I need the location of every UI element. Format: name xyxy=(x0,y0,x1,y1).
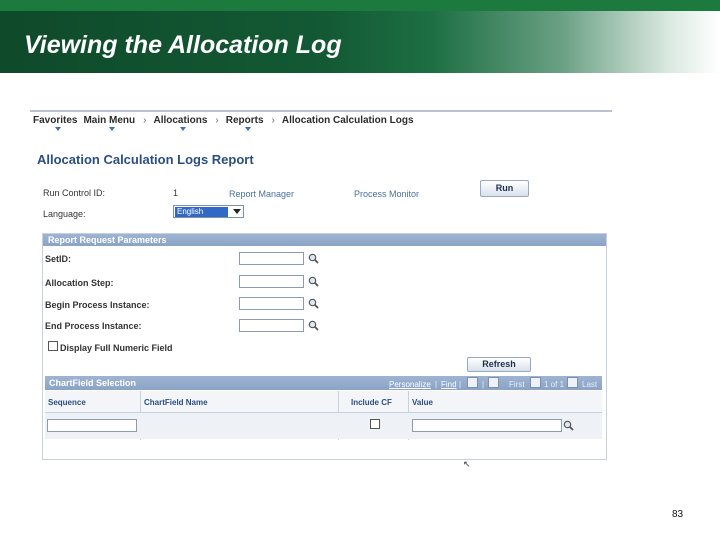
nav-allocations[interactable]: Allocations xyxy=(153,115,213,131)
allocation-step-input[interactable] xyxy=(239,275,304,288)
page-title: Allocation Calculation Logs Report xyxy=(37,152,254,167)
peoplesoft-screenshot: Favorites Main Menu › Allocations › Repo… xyxy=(30,108,612,468)
column-value: Value xyxy=(412,398,433,407)
chevron-down-icon xyxy=(55,127,62,131)
slide-title: Viewing the Allocation Log xyxy=(24,31,342,59)
magnifier-icon[interactable] xyxy=(563,420,574,431)
personalize-link[interactable]: Personalize xyxy=(389,380,431,389)
slide-page-number: 83 xyxy=(672,509,684,520)
chevron-down-icon xyxy=(109,127,116,131)
table-row xyxy=(45,413,602,439)
magnifier-icon[interactable] xyxy=(308,298,319,309)
breadcrumb: Favorites Main Menu › Allocations › Repo… xyxy=(33,115,420,131)
chartfield-header-title: ChartField Selection xyxy=(49,378,137,388)
nav-main-menu[interactable]: Main Menu xyxy=(83,115,141,131)
column-sequence: Sequence xyxy=(48,398,86,407)
allocation-step-label: Allocation Step: xyxy=(45,278,114,288)
download-grid-icon[interactable] xyxy=(488,377,499,388)
column-chartfield-name: ChartField Name xyxy=(144,398,208,407)
display-full-numeric-checkbox[interactable] xyxy=(48,341,58,351)
grid-separator: | xyxy=(435,380,438,389)
first-link[interactable]: First xyxy=(509,380,525,389)
begin-process-instance-input[interactable] xyxy=(239,297,304,310)
breadcrumb-separator: › xyxy=(143,115,147,126)
end-process-instance-label: End Process Instance: xyxy=(45,321,142,331)
nav-allocation-calculation-logs[interactable]: Allocation Calculation Logs xyxy=(282,115,420,126)
begin-process-instance-label: Begin Process Instance: xyxy=(45,300,150,310)
magnifier-icon[interactable] xyxy=(308,320,319,331)
magnifier-icon[interactable] xyxy=(308,276,319,287)
chevron-down-icon xyxy=(233,209,241,214)
breadcrumb-separator: › xyxy=(215,115,219,126)
slide-title-bar: Viewing the Allocation Log xyxy=(0,11,720,73)
find-link[interactable]: Find xyxy=(441,380,457,389)
last-link[interactable]: Last xyxy=(582,380,597,389)
grid-column-header-row: Sequence ChartField Name Include CF Valu… xyxy=(45,391,602,440)
breadcrumb-separator: › xyxy=(271,115,275,126)
run-button[interactable]: Run xyxy=(480,180,529,197)
chevron-down-icon xyxy=(180,127,187,131)
menu-bar-line xyxy=(30,110,612,112)
setid-input[interactable] xyxy=(239,252,304,265)
language-label: Language: xyxy=(43,209,86,219)
parameters-header: Report Request Parameters xyxy=(43,234,606,246)
refresh-button[interactable]: Refresh xyxy=(467,357,531,372)
run-control-value: 1 xyxy=(173,188,179,198)
report-parameters-panel: Report Request Parameters SetID: Allocat… xyxy=(42,233,607,460)
chevron-down-icon xyxy=(244,127,251,131)
top-accent-line xyxy=(0,0,720,11)
end-process-instance-input[interactable] xyxy=(239,319,304,332)
magnifier-icon[interactable] xyxy=(308,253,319,264)
next-arrow-icon[interactable] xyxy=(567,377,578,388)
grid-separator: | xyxy=(482,380,485,389)
display-full-numeric-label: Display Full Numeric Field xyxy=(60,343,173,353)
run-control-label: Run Control ID: xyxy=(43,188,106,198)
grid-separator: | xyxy=(459,380,462,389)
column-include-cf: Include CF xyxy=(351,398,392,407)
sequence-input[interactable] xyxy=(47,419,137,432)
previous-arrow-icon[interactable] xyxy=(530,377,541,388)
language-selected-value: English xyxy=(175,207,228,217)
language-select[interactable]: English xyxy=(173,205,244,218)
setid-label: SetID: xyxy=(45,254,72,264)
process-monitor-link[interactable]: Process Monitor xyxy=(354,189,419,199)
value-input[interactable] xyxy=(412,419,562,432)
mouse-cursor-icon: ↖ xyxy=(463,459,471,469)
nav-reports[interactable]: Reports xyxy=(226,115,270,131)
report-manager-link[interactable]: Report Manager xyxy=(229,189,294,199)
chartfield-selection-header: ChartField Selection Personalize | Find … xyxy=(45,376,602,390)
include-cf-checkbox[interactable] xyxy=(370,419,380,429)
row-range: 1 of 1 xyxy=(544,380,565,389)
view-all-icon[interactable] xyxy=(467,377,478,388)
nav-favorites[interactable]: Favorites xyxy=(33,115,83,131)
